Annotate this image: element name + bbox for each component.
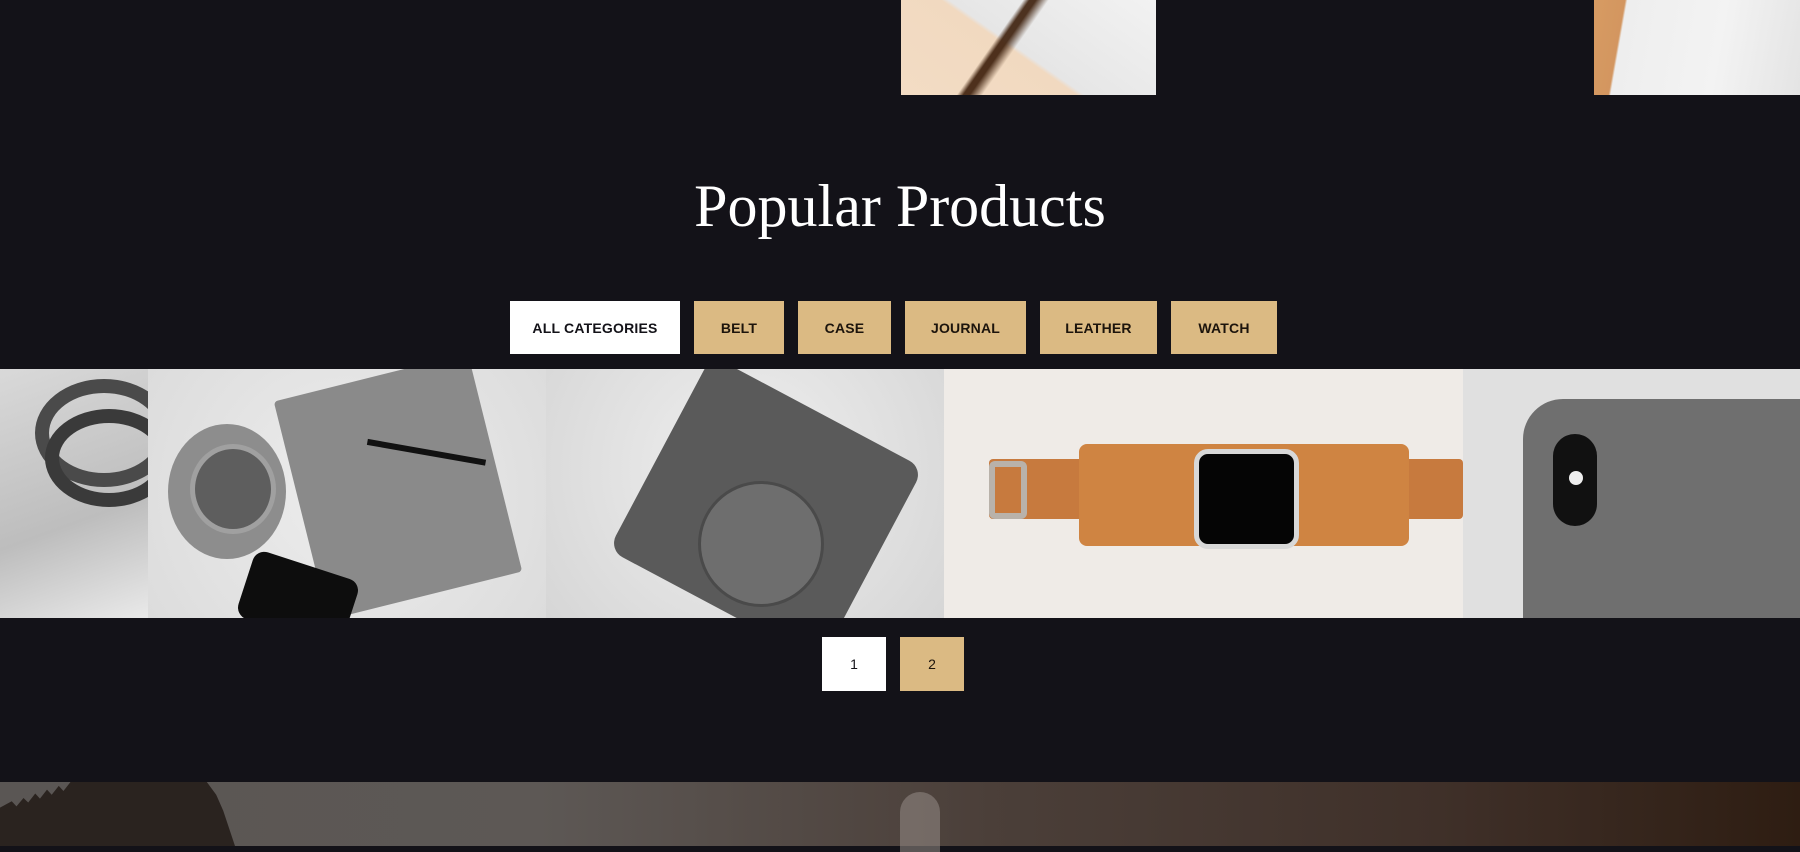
next-section-image <box>0 782 1800 852</box>
watch-face-shape <box>1194 449 1299 549</box>
page-2-button[interactable]: 2 <box>900 637 964 691</box>
filter-case[interactable]: CASE <box>798 301 891 354</box>
filter-leather[interactable]: LEATHER <box>1040 301 1157 354</box>
buckle-shape <box>989 461 1027 519</box>
product-image-phone-case[interactable] <box>1463 369 1800 618</box>
previous-section-image-1 <box>901 0 1156 95</box>
product-image-leather-cord[interactable] <box>0 369 148 618</box>
camera-lens-cover-shape <box>701 484 821 604</box>
pinked-fabric-shape <box>0 782 235 846</box>
filter-all-categories[interactable]: ALL CATEGORIES <box>510 301 680 354</box>
pagination: 1 2 <box>822 637 964 691</box>
filter-belt[interactable]: BELT <box>694 301 784 354</box>
section-title: Popular Products <box>694 173 1106 239</box>
filter-journal[interactable]: JOURNAL <box>905 301 1026 354</box>
coffee-cup-shape <box>190 444 276 534</box>
product-image-camera-case[interactable] <box>546 369 944 618</box>
filter-watch[interactable]: WATCH <box>1171 301 1277 354</box>
product-gallery <box>0 369 1800 618</box>
product-image-watch-strap[interactable] <box>944 369 1463 618</box>
page-1-button[interactable]: 1 <box>822 637 886 691</box>
product-image-journal[interactable] <box>148 369 546 618</box>
bottle-shape <box>900 792 940 852</box>
previous-section-image-2 <box>1594 0 1800 95</box>
flash-shape <box>1569 471 1583 485</box>
category-filter-bar: ALL CATEGORIES BELT CASE JOURNAL LEATHER… <box>510 301 1277 354</box>
